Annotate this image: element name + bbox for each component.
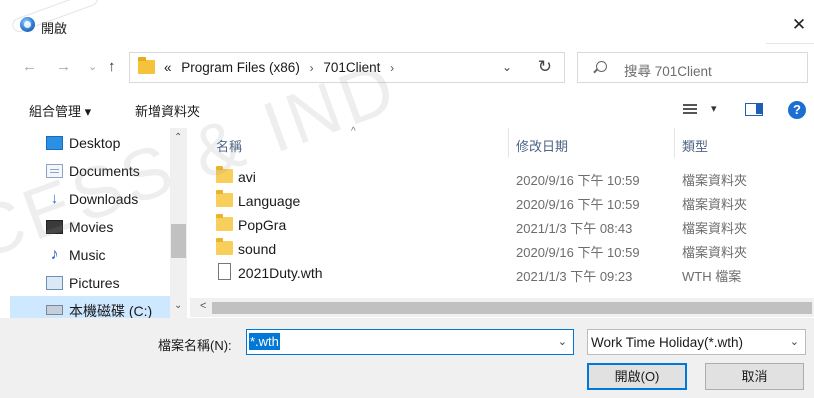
column-divider[interactable] <box>508 128 509 158</box>
navigation-pane: Desktop Documents ↓ Downloads Movies ♪ M… <box>0 128 190 322</box>
close-button[interactable]: ✕ <box>784 10 814 40</box>
view-options-icon[interactable] <box>683 104 697 116</box>
sidebar-item-label: Pictures <box>69 275 120 291</box>
title-bar: 開啟 ✕ <box>0 0 814 44</box>
file-row[interactable]: 2021Duty.wth 2021/1/3 下午 09:23 WTH 檔案 <box>190 261 814 285</box>
command-bar: 組合管理 ▾ 新增資料夾 ▾ ? <box>0 93 814 127</box>
sidebar-item-downloads[interactable]: ↓ Downloads <box>10 186 170 212</box>
scroll-down-arrow[interactable]: ⌄ <box>174 300 182 311</box>
folder-icon <box>216 214 233 231</box>
organize-button[interactable]: 組合管理 ▾ <box>29 101 91 120</box>
breadcrumb-item-701client[interactable]: 701Client <box>323 60 380 75</box>
sidebar-item-label: Music <box>69 247 106 263</box>
column-header-type[interactable]: 類型 <box>682 136 708 155</box>
scroll-left-arrow[interactable]: < <box>200 300 206 312</box>
file-type-select[interactable]: Work Time Holiday(*.wth) ⌄ <box>587 329 806 355</box>
drive-icon <box>46 305 63 315</box>
refresh-button[interactable]: ↻ <box>538 57 552 77</box>
file-date: 2021/1/3 下午 09:23 <box>516 269 633 284</box>
file-date: 2020/9/16 下午 10:59 <box>516 245 640 260</box>
preview-pane-icon[interactable] <box>745 103 763 116</box>
scrollbar-thumb[interactable] <box>171 224 186 258</box>
sidebar-item-movies[interactable]: Movies <box>10 214 170 240</box>
file-row[interactable]: sound 2020/9/16 下午 10:59 檔案資料夾 <box>190 237 814 261</box>
sidebar-item-music[interactable]: ♪ Music <box>10 242 170 268</box>
column-divider[interactable] <box>674 128 675 158</box>
dialog-footer: 檔案名稱(N): *.wth ⌄ Work Time Holiday(*.wth… <box>0 318 814 398</box>
file-type: 檔案資料夾 <box>682 173 748 188</box>
column-header-name[interactable]: 名稱 <box>216 136 242 155</box>
close-divider <box>766 43 814 44</box>
filename-value[interactable]: *.wth <box>249 333 280 350</box>
desktop-icon <box>46 136 63 150</box>
up-button[interactable]: ↑ <box>108 56 116 78</box>
folder-icon <box>216 238 233 255</box>
breadcrumb: « Program Files (x86) › 701Client › <box>164 60 400 75</box>
sidebar-item-label: Movies <box>69 219 114 235</box>
address-dropdown[interactable]: ⌄ <box>502 60 512 74</box>
folder-icon <box>216 166 233 183</box>
folder-icon <box>216 190 233 207</box>
scroll-up-arrow[interactable]: ⌃ <box>174 132 182 143</box>
downloads-icon: ↓ <box>50 190 59 207</box>
file-icon <box>218 263 231 280</box>
breadcrumb-item-program-files[interactable]: Program Files (x86) <box>181 60 300 75</box>
search-input[interactable]: 搜尋 701Client <box>577 52 808 83</box>
movies-icon <box>46 220 63 234</box>
scrollbar-thumb[interactable] <box>212 302 812 314</box>
column-header-date[interactable]: 修改日期 <box>516 136 568 155</box>
chevron-down-icon[interactable]: ⌄ <box>558 335 567 348</box>
sidebar-item-label: Downloads <box>69 191 139 207</box>
sidebar-scrollbar[interactable]: ⌃ ⌄ <box>170 128 187 318</box>
search-placeholder: 搜尋 701Client <box>624 64 712 79</box>
file-name: sound <box>238 241 277 257</box>
file-type-value: Work Time Holiday(*.wth) <box>591 335 744 350</box>
search-icon <box>596 61 607 72</box>
documents-icon <box>46 164 63 178</box>
horizontal-scrollbar[interactable]: < <box>190 298 814 317</box>
filename-input[interactable]: *.wth ⌄ <box>246 329 574 355</box>
address-bar[interactable]: « Program Files (x86) › 701Client › ⌄ ↻ <box>129 52 565 83</box>
file-date: 2021/1/3 下午 08:43 <box>516 221 633 236</box>
navigation-bar: ← → ⌄ ↑ « Program Files (x86) › 701Clien… <box>0 48 814 88</box>
breadcrumb-separator[interactable]: › <box>390 61 394 75</box>
chevron-down-icon[interactable]: ⌄ <box>790 335 799 348</box>
file-type: 檔案資料夾 <box>682 197 748 212</box>
sidebar-item-label: Documents <box>69 163 140 179</box>
help-icon[interactable]: ? <box>788 101 806 119</box>
breadcrumb-overflow[interactable]: « <box>164 60 172 75</box>
file-type: 檔案資料夾 <box>682 245 748 260</box>
file-date: 2020/9/16 下午 10:59 <box>516 197 640 212</box>
folder-icon <box>138 57 155 74</box>
back-button[interactable]: ← <box>22 56 37 78</box>
sidebar-item-desktop[interactable]: Desktop <box>10 130 170 156</box>
filename-label: 檔案名稱(N): <box>158 338 232 353</box>
file-row[interactable]: avi 2020/9/16 下午 10:59 檔案資料夾 <box>190 165 814 189</box>
open-button[interactable]: 開啟(O) <box>587 363 687 390</box>
forward-button[interactable]: → <box>56 56 71 78</box>
breadcrumb-separator[interactable]: › <box>310 61 314 75</box>
file-row[interactable]: PopGra 2021/1/3 下午 08:43 檔案資料夾 <box>190 213 814 237</box>
pictures-icon <box>46 276 63 290</box>
file-name: PopGra <box>238 217 287 233</box>
sidebar-item-label: Desktop <box>69 135 121 151</box>
new-folder-button[interactable]: 新增資料夾 <box>135 101 200 120</box>
file-name: 2021Duty.wth <box>238 265 323 281</box>
file-type: WTH 檔案 <box>682 269 742 284</box>
file-name: avi <box>238 169 256 185</box>
sidebar-item-pictures[interactable]: Pictures <box>10 270 170 296</box>
window-title: 開啟 <box>41 21 68 36</box>
sort-indicator-icon: ^ <box>351 126 356 137</box>
app-icon <box>20 17 35 32</box>
file-type: 檔案資料夾 <box>682 221 748 236</box>
file-date: 2020/9/16 下午 10:59 <box>516 173 640 188</box>
recent-locations-button[interactable]: ⌄ <box>88 56 97 78</box>
cancel-button[interactable]: 取消 <box>705 363 804 390</box>
music-icon: ♪ <box>50 246 59 263</box>
file-list-header: 名稱 ^ 修改日期 類型 <box>190 126 814 158</box>
file-row[interactable]: Language 2020/9/16 下午 10:59 檔案資料夾 <box>190 189 814 213</box>
file-name: Language <box>238 193 301 209</box>
view-dropdown[interactable]: ▾ <box>711 102 717 115</box>
sidebar-item-documents[interactable]: Documents <box>10 158 170 184</box>
